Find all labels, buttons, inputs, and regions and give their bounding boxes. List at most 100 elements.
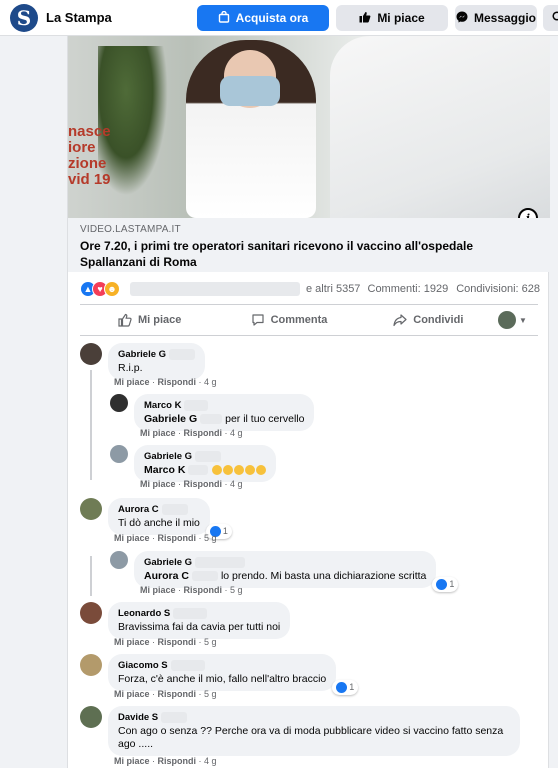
comment-time[interactable]: 5 g	[230, 585, 243, 595]
video-thumbnail[interactable]: nasce iore zione vid 19	[68, 36, 550, 218]
comment-like-link[interactable]: Mi piace	[114, 533, 150, 543]
comment-like-link[interactable]: Mi piace	[140, 479, 176, 489]
avatar[interactable]	[80, 706, 102, 728]
comment-meta: Mi piace · Rispondi · 4 g	[140, 428, 243, 438]
comment-like-link[interactable]: Mi piace	[114, 377, 150, 387]
avatar[interactable]	[110, 551, 128, 569]
comment-author[interactable]: Davide S	[118, 711, 158, 724]
comment-meta: Mi piace · Rispondi · 5 g	[114, 637, 217, 647]
comment-item: Aurora C Ti dò anche il mio 1	[80, 498, 232, 539]
share-action-button[interactable]: Condividi	[359, 313, 498, 327]
buy-now-label: Acquista ora	[235, 11, 309, 25]
buy-now-button[interactable]: Acquista ora	[197, 5, 329, 31]
messenger-icon	[456, 11, 468, 26]
avatar[interactable]	[80, 343, 102, 365]
link-source: VIDEO.LASTAMPA.IT	[80, 224, 181, 235]
reaction-icons[interactable]: ▲ ♥ ☻	[80, 281, 120, 297]
page-like-label: Mi piace	[377, 11, 425, 25]
like-action-button[interactable]: Mi piace	[80, 313, 219, 327]
reply-item: Marco K Gabriele G per il tuo cervello	[110, 394, 315, 431]
reactor-names-redacted	[130, 282, 300, 296]
background-banner-text: nasce iore zione vid 19	[68, 123, 111, 188]
comment-item: Gabriele G R.i.p.	[80, 343, 206, 380]
page-name[interactable]: La Stampa	[46, 10, 112, 25]
avatar[interactable]	[110, 394, 128, 412]
comment-icon	[251, 314, 264, 326]
comment-like-link[interactable]: Mi piace	[114, 689, 150, 699]
comment-author[interactable]: Gabriele G	[144, 556, 192, 569]
comment-like-link[interactable]: Mi piace	[140, 585, 176, 595]
nurse-figure	[186, 40, 316, 218]
thumbs-up-icon	[118, 313, 132, 327]
comment-author[interactable]: Leonardo S	[118, 607, 170, 620]
comment-bubble: Gabriele G R.i.p.	[108, 343, 206, 380]
avatar[interactable]	[110, 445, 128, 463]
message-label: Messaggio	[473, 11, 536, 25]
divider	[80, 304, 538, 305]
message-button[interactable]: Messaggio	[455, 5, 537, 31]
reply-item: Gabriele G Aurora C lo prendo. Mi basta u…	[110, 551, 459, 592]
comment-time[interactable]: 5 g	[204, 689, 217, 699]
comment-time[interactable]: 5 g	[204, 533, 217, 543]
comment-reply-link[interactable]: Rispondi	[184, 428, 223, 438]
search-page-button[interactable]	[543, 5, 558, 31]
comment-text: Forza, c'è anche il mio, fallo nell'altr…	[118, 673, 327, 685]
comment-author[interactable]: Giacomo S	[118, 659, 168, 672]
comment-reply-link[interactable]: Rispondi	[184, 585, 223, 595]
comment-action-button[interactable]: Commenta	[219, 313, 358, 327]
share-count[interactable]: Condivisioni: 628	[456, 283, 540, 295]
comment-bubble: Leonardo S Bravissima fai da cavia per t…	[108, 602, 291, 639]
comment-reply-link[interactable]: Rispondi	[184, 479, 223, 489]
comment-text: Bravissima fai da cavia per tutti noi	[118, 621, 281, 633]
comment-text: R.i.p.	[118, 362, 143, 374]
search-icon	[552, 10, 558, 26]
comment-time[interactable]: 5 g	[204, 637, 217, 647]
comment-time[interactable]: 4 g	[204, 377, 217, 387]
comment-like-link[interactable]: Mi piace	[114, 756, 150, 766]
post-stats: ▲ ♥ ☻ e altri 5357 Commenti: 1929 Condiv…	[80, 278, 540, 300]
page-like-button[interactable]: Mi piace	[336, 5, 448, 31]
comment-mention[interactable]: Gabriele G	[144, 413, 197, 425]
comment-bubble: Davide S Con ago o senza ?? Perche ora v…	[108, 706, 520, 756]
comment-meta: Mi piace · Rispondi · 4 g	[114, 377, 217, 387]
comment-author[interactable]: Gabriele G	[118, 348, 166, 361]
comment-like-link[interactable]: Mi piace	[114, 637, 150, 647]
comment-bubble: Gabriele G Marco K	[134, 445, 277, 482]
shopping-bag-icon	[218, 10, 230, 26]
comment-time[interactable]: 4 g	[230, 428, 243, 438]
avatar[interactable]	[80, 498, 102, 520]
comment-meta: Mi piace · Rispondi · 5 g	[114, 689, 217, 699]
comment-item: Leonardo S Bravissima fai da cavia per t…	[80, 602, 291, 639]
comment-bubble: Giacomo S Forza, c'è anche il mio, fallo…	[108, 654, 359, 695]
la-stampa-logo[interactable]: S	[10, 3, 38, 32]
comment-author[interactable]: Gabriele G	[144, 450, 192, 463]
comment-author[interactable]: Marco K	[144, 399, 181, 412]
link-preview[interactable]: VIDEO.LASTAMPA.IT Ore 7.20, i primi tre …	[68, 218, 550, 272]
comment-mention[interactable]: Marco K	[144, 464, 185, 476]
reaction-count[interactable]: e altri 5357	[306, 283, 360, 295]
comment-text: lo prendo. Mi basta una dichiarazione sc…	[220, 570, 427, 582]
post-card: nasce iore zione vid 19 i VIDEO.LASTAMPA…	[67, 36, 550, 768]
avatar[interactable]	[80, 654, 102, 676]
comment-like-badge[interactable]: 1	[432, 577, 459, 592]
avatar[interactable]	[80, 602, 102, 624]
thumbs-up-icon	[359, 11, 371, 26]
comment-author[interactable]: Aurora C	[118, 503, 159, 516]
page-header: S La Stampa Acquista ora Mi piace Messag…	[0, 0, 558, 36]
avatar	[497, 311, 516, 329]
comment-time[interactable]: 4 g	[230, 479, 243, 489]
comment-meta: Mi piace · Rispondi · 4 g	[114, 756, 217, 766]
comment-time[interactable]: 4 g	[204, 756, 217, 766]
comment-like-badge[interactable]: 1	[332, 680, 359, 695]
comment-reply-link[interactable]: Rispondi	[158, 377, 197, 387]
comment-reply-link[interactable]: Rispondi	[158, 689, 197, 699]
face-mask	[220, 76, 280, 106]
comment-like-link[interactable]: Mi piace	[140, 428, 176, 438]
audience-selector[interactable]: ▼	[497, 311, 538, 329]
comment-mention[interactable]: Aurora C	[144, 570, 189, 582]
comment-reply-link[interactable]: Rispondi	[158, 533, 197, 543]
comment-item: Giacomo S Forza, c'è anche il mio, fallo…	[80, 654, 359, 695]
comment-reply-link[interactable]: Rispondi	[158, 637, 197, 647]
comment-reply-link[interactable]: Rispondi	[158, 756, 197, 766]
comment-count[interactable]: Commenti: 1929	[368, 283, 449, 295]
